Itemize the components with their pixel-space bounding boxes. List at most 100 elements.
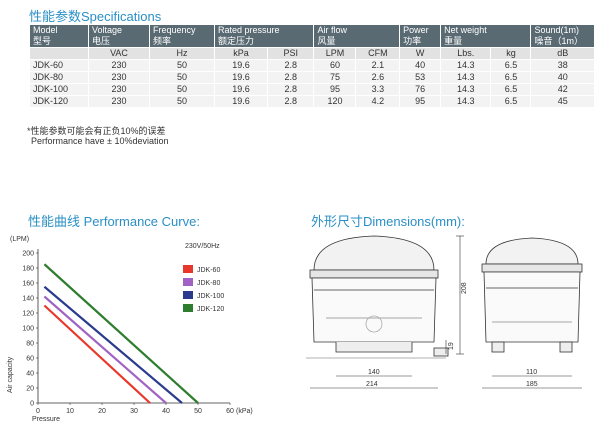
dimensions-title: 外形尺寸Dimensions(mm): — [311, 214, 465, 229]
y-tick-label: 200 — [22, 251, 34, 258]
table-cell: 230 — [88, 71, 150, 84]
y-tick-label: 40 — [26, 371, 34, 378]
table-row: JDK-100 230 50 19.6 2.8 95 3.3 76 14.3 6… — [29, 83, 595, 96]
deviation-note-en: Performance have ± 10%deviation — [31, 136, 169, 146]
table-cell: 19.6 — [214, 83, 268, 96]
y-axis-label: Air capacity — [7, 356, 14, 393]
table-row: JDK-60 230 50 19.6 2.8 60 2.1 40 14.3 6.… — [29, 59, 595, 72]
x-tick-label: 60 — [226, 408, 234, 415]
y-tick-label: 60 — [26, 356, 34, 363]
header-rated-pressure: Rated pressure 额定压力 — [213, 24, 315, 48]
table-cell: 50 — [149, 71, 215, 84]
table-cell: 6.5 — [490, 59, 532, 72]
series-line — [43, 295, 167, 404]
table-cell: 3.3 — [355, 83, 401, 96]
table-cell: 45 — [530, 95, 595, 108]
unit-cell: LPM — [313, 47, 357, 60]
table-cell: 2.1 — [355, 59, 401, 72]
y-tick-label: 120 — [22, 311, 34, 318]
front-total-width-label: 214 — [366, 381, 378, 388]
table-row: JDK-80 230 50 19.6 2.8 75 2.6 53 14.3 6.… — [29, 71, 595, 84]
front-view-drawing — [306, 235, 449, 359]
series-line — [43, 304, 151, 404]
table-cell: 95 — [313, 83, 357, 96]
table-cell: JDK-100 — [29, 83, 89, 96]
unit-cell: Lbs. — [440, 47, 492, 60]
table-cell: 2.8 — [266, 59, 315, 72]
unit-cell — [29, 47, 89, 60]
series-line — [43, 285, 183, 404]
legend-label: JDK-120 — [197, 306, 224, 313]
unit-cell: kPa — [214, 47, 268, 60]
table-cell: 2.8 — [266, 71, 315, 84]
specifications-table: Model 型号 Voltage 电压 Frequency 频率 Rated pres… — [29, 24, 595, 108]
unit-cell: VAC — [88, 47, 150, 60]
x-tick-label: 30 — [130, 408, 138, 415]
legend-label: JDK-100 — [197, 293, 224, 300]
table-cell: 95 — [399, 95, 442, 108]
legend-swatch — [183, 304, 193, 312]
side-view-drawing — [481, 237, 583, 353]
header-power: Power 功率 — [399, 24, 442, 48]
x-tick-label: 10 — [66, 408, 74, 415]
legend-swatch — [183, 265, 193, 273]
header-sound: Sound(1m) 噪音（1m） — [530, 24, 595, 48]
table-cell: 19.6 — [214, 71, 268, 84]
table-header-row: Model 型号 Voltage 电压 Frequency 频率 Rated pres… — [29, 24, 595, 48]
y-tick-label: 140 — [22, 296, 34, 303]
table-cell: 6.5 — [490, 83, 532, 96]
table-cell: 53 — [399, 71, 442, 84]
dimension-drawings — [306, 235, 583, 389]
side-total-width-label: 185 — [526, 381, 538, 388]
table-units-row: VAC Hz kPa PSI LPM CFM W Lbs. kg dB — [29, 47, 595, 60]
table-row: JDK-120 230 50 19.6 2.8 120 4.2 95 14.3 … — [29, 95, 595, 108]
table-cell: JDK-60 — [29, 59, 89, 72]
legend-swatch — [183, 291, 193, 299]
y-tick-label: 0 — [30, 401, 34, 408]
table-cell: 40 — [530, 71, 595, 84]
legend-label: JDK-80 — [197, 280, 220, 287]
header-model: Model 型号 — [29, 24, 89, 48]
table-cell: 40 — [399, 59, 442, 72]
table-cell: 230 — [88, 59, 150, 72]
unit-cell: kg — [490, 47, 532, 60]
y-unit-label: (LPM) — [10, 236, 29, 243]
table-cell: 230 — [88, 95, 150, 108]
performance-chart: 0 20 40 60 80 100 120 140 160 180 200 0 10 20 30 40 50 60… — [7, 236, 253, 422]
x-tick-label: 50 — [194, 408, 202, 415]
small-height-dimension-label: 19 — [448, 342, 455, 350]
table-cell: 19.6 — [214, 95, 268, 108]
unit-cell: Hz — [149, 47, 215, 60]
side-inner-width-label: 110 — [526, 369, 538, 376]
x-unit-label: (kPa) — [236, 408, 253, 415]
height-dimension-label: 208 — [461, 282, 468, 294]
header-air-flow: Air flow 风量 — [313, 24, 401, 48]
table-cell: 6.5 — [490, 95, 532, 108]
table-cell: 6.5 — [490, 71, 532, 84]
series-line — [43, 263, 199, 404]
table-cell: 50 — [149, 59, 215, 72]
x-tick-label: 40 — [162, 408, 170, 415]
table-cell: 2.6 — [355, 71, 401, 84]
y-tick-label: 80 — [26, 341, 34, 348]
table-cell: 120 — [313, 95, 357, 108]
table-cell: 2.8 — [266, 83, 315, 96]
x-tick-label: 20 — [98, 408, 106, 415]
table-cell: 2.8 — [266, 95, 315, 108]
x-axis-label: Pressure — [32, 416, 60, 422]
table-cell: 50 — [149, 83, 215, 96]
table-cell: 42 — [530, 83, 595, 96]
table-cell: 19.6 — [214, 59, 268, 72]
table-cell: 60 — [313, 59, 357, 72]
table-cell: 50 — [149, 95, 215, 108]
table-cell: 4.2 — [355, 95, 401, 108]
table-cell: 14.3 — [440, 59, 492, 72]
table-cell: JDK-120 — [29, 95, 89, 108]
table-cell: 38 — [530, 59, 595, 72]
legend-swatch — [183, 278, 193, 286]
table-cell: 76 — [399, 83, 442, 96]
table-cell: JDK-80 — [29, 71, 89, 84]
y-tick-label: 180 — [22, 266, 34, 273]
y-tick-label: 100 — [22, 326, 34, 333]
legend-label: JDK-60 — [197, 267, 220, 274]
